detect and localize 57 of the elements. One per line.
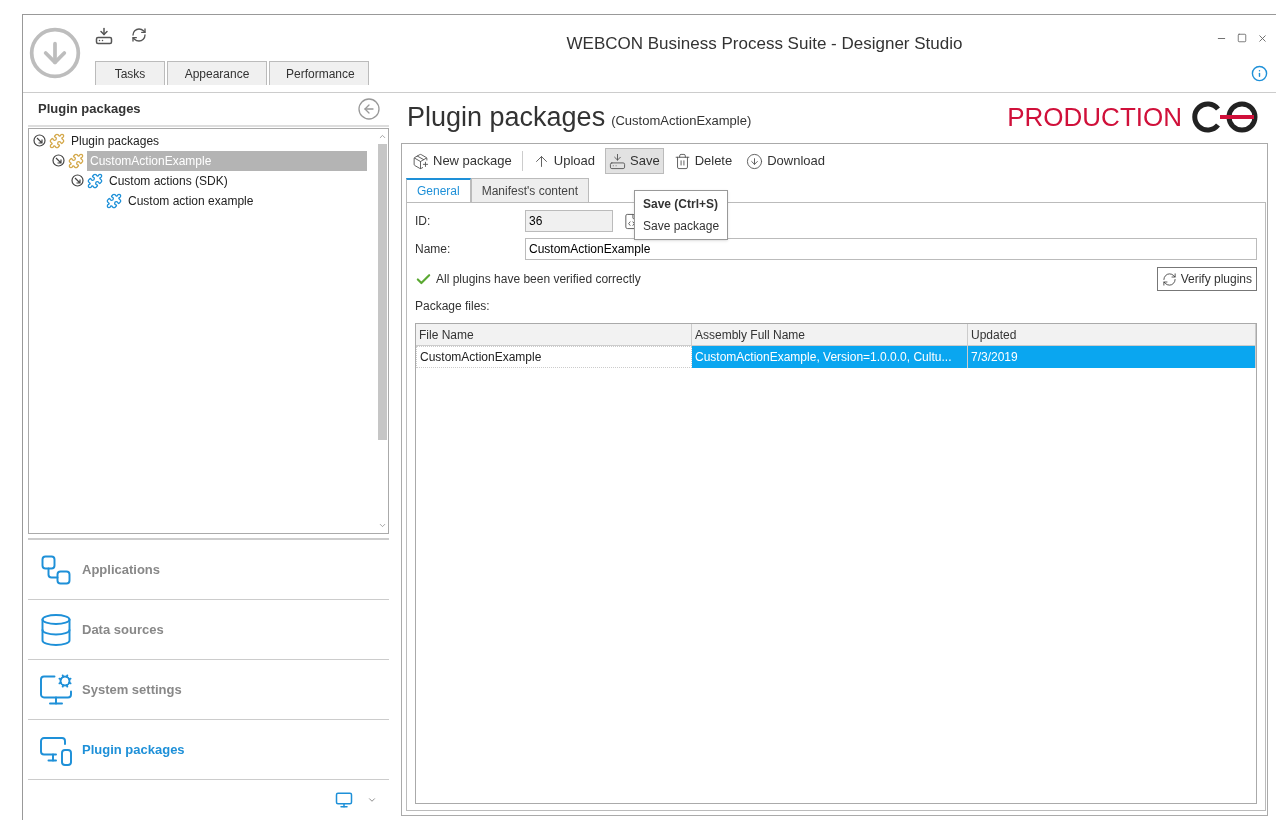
nav-item[interactable]: Applications [28,540,389,600]
collapse-panel-icon[interactable] [357,96,381,121]
toolbar-button[interactable]: Upload [528,148,599,174]
nav-item[interactable]: System settings [28,660,389,720]
logo-icon [1190,101,1260,133]
nav-item[interactable]: Data sources [28,600,389,660]
refresh-icon[interactable] [131,27,147,43]
tree-item[interactable]: Custom action example [125,190,257,211]
collapse-icon[interactable] [33,134,46,148]
tab[interactable]: General [406,178,471,202]
save-icon[interactable] [95,27,113,45]
monitor-icon[interactable] [335,791,353,809]
environment-label: PRODUCTION [1007,100,1182,134]
window-title: WEBCON Business Process Suite - Designer Studio [566,33,963,53]
scrollbar-thumb[interactable] [377,143,387,440]
section-label: Package files: [415,298,491,315]
tree-item[interactable]: Plugin packages [68,130,163,151]
collapse-icon[interactable] [52,154,65,168]
page-subtitle: (CustomActionExample) [611,112,752,131]
id-field: 36 [525,210,613,232]
name-field[interactable]: CustomActionExample [525,238,1257,260]
column-header[interactable]: Updated [968,324,1256,345]
table-cell: 7/3/2019 [968,346,1256,368]
panel-title: Plugin packages [38,100,141,119]
column-header[interactable]: File Name [416,324,692,345]
dropdown-icon[interactable] [367,795,377,805]
maximize-icon[interactable] [1237,33,1247,43]
verify-plugins-button[interactable]: Verify plugins [1156,267,1257,291]
field-label: Name: [415,241,452,258]
table-cell: CustomActionExample, Version=1.0.0.0, Cultu... [692,346,968,368]
field-label: ID: [415,213,432,230]
ribbon-tab[interactable]: Performance [269,61,369,85]
column-header[interactable]: Assembly Full Name [692,324,968,345]
tab[interactable]: Manifest's content [470,178,590,202]
ribbon-tab[interactable]: Tasks [95,61,165,85]
tooltip: Save (Ctrl+S) Save package [634,190,729,240]
toolbar-button[interactable]: Save [605,148,664,174]
table-cell: CustomActionExample [416,346,692,368]
ribbon-tab[interactable]: Appearance [167,61,267,85]
tree-item[interactable]: Custom actions (SDK) [106,170,231,191]
collapse-icon[interactable] [71,174,84,188]
table-row[interactable]: CustomActionExample CustomActionExample, Version=1.0.0.0, Cultu... 7/3/2019 [416,346,1256,368]
refresh-icon [1161,271,1177,287]
close-icon[interactable] [1257,33,1268,44]
trash-icon [673,152,691,170]
toolbar-button[interactable]: New package [408,148,516,174]
download-icon [746,152,764,170]
nav-item[interactable]: Plugin packages [28,720,389,780]
status-message: All plugins have been verified correctly [436,271,641,288]
info-icon[interactable] [1251,65,1268,82]
app-menu-icon[interactable] [27,25,83,81]
drive-icon [609,152,626,170]
toolbar-button[interactable]: Download [742,148,830,174]
page-title: Plugin packages [407,100,606,134]
scroll-down-icon[interactable] [377,521,387,530]
toolbar-button[interactable]: Delete [669,148,737,174]
package-plus-icon [412,152,429,170]
